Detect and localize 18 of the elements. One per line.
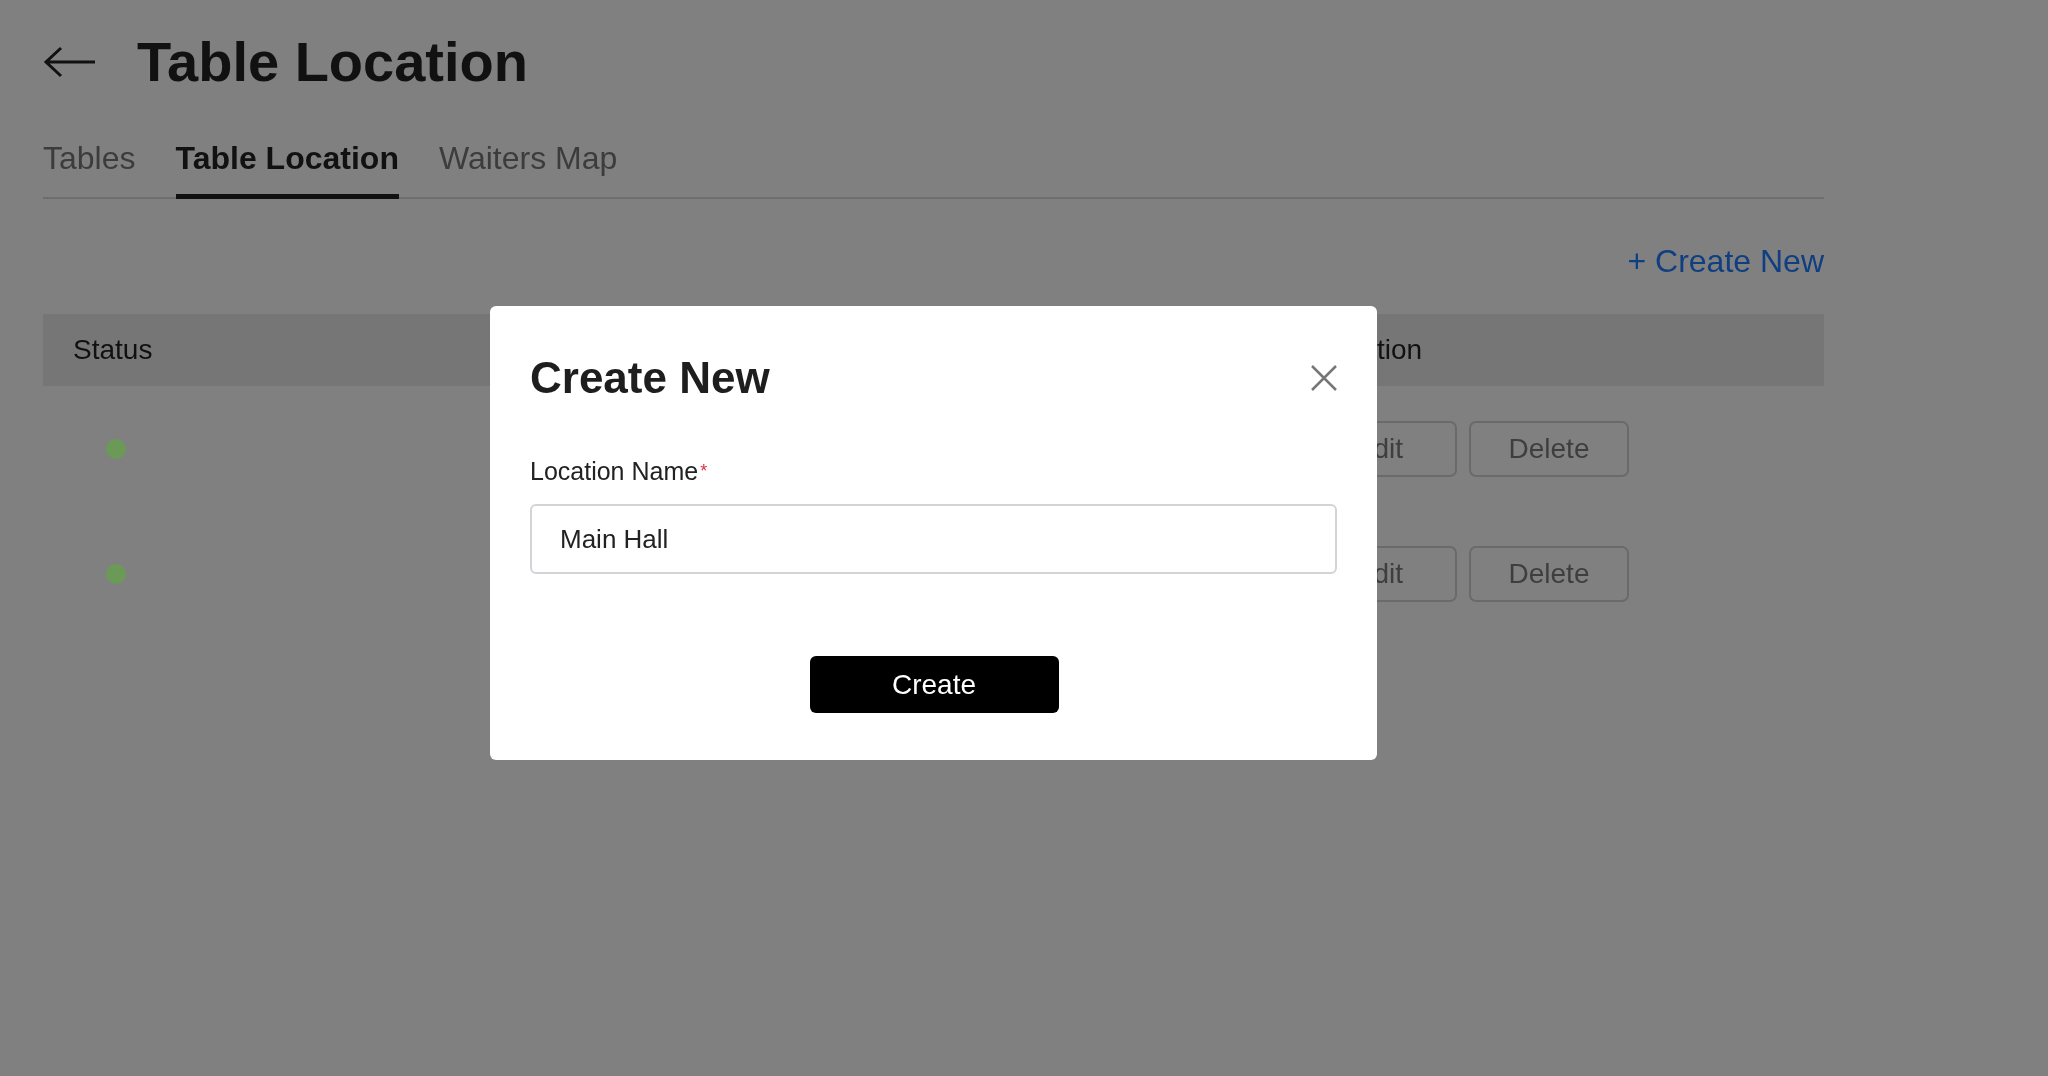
required-mark: * [700,461,708,481]
dialog-title: Create New [530,352,770,404]
field-label: Location Name [530,457,699,485]
back-arrow-icon [43,46,97,78]
location-name-field[interactable]: Main Hall [530,504,1337,574]
page-title: Table Location [137,30,528,94]
tab[interactable]: Tables [43,138,136,199]
delete-button[interactable]: Delete [1469,545,1629,602]
delete-button[interactable]: Delete [1469,420,1629,477]
column-header: tion [1376,334,1424,366]
close-icon [1310,364,1338,392]
column-header: Status [72,334,154,366]
create-new-link[interactable]: + Create New [1627,241,1824,281]
tab[interactable]: Table Location [175,138,399,199]
close-button[interactable] [1310,364,1338,392]
create-button[interactable]: Create [809,656,1059,713]
back-button[interactable] [43,46,97,78]
tab[interactable]: Waiters Map [438,138,618,199]
